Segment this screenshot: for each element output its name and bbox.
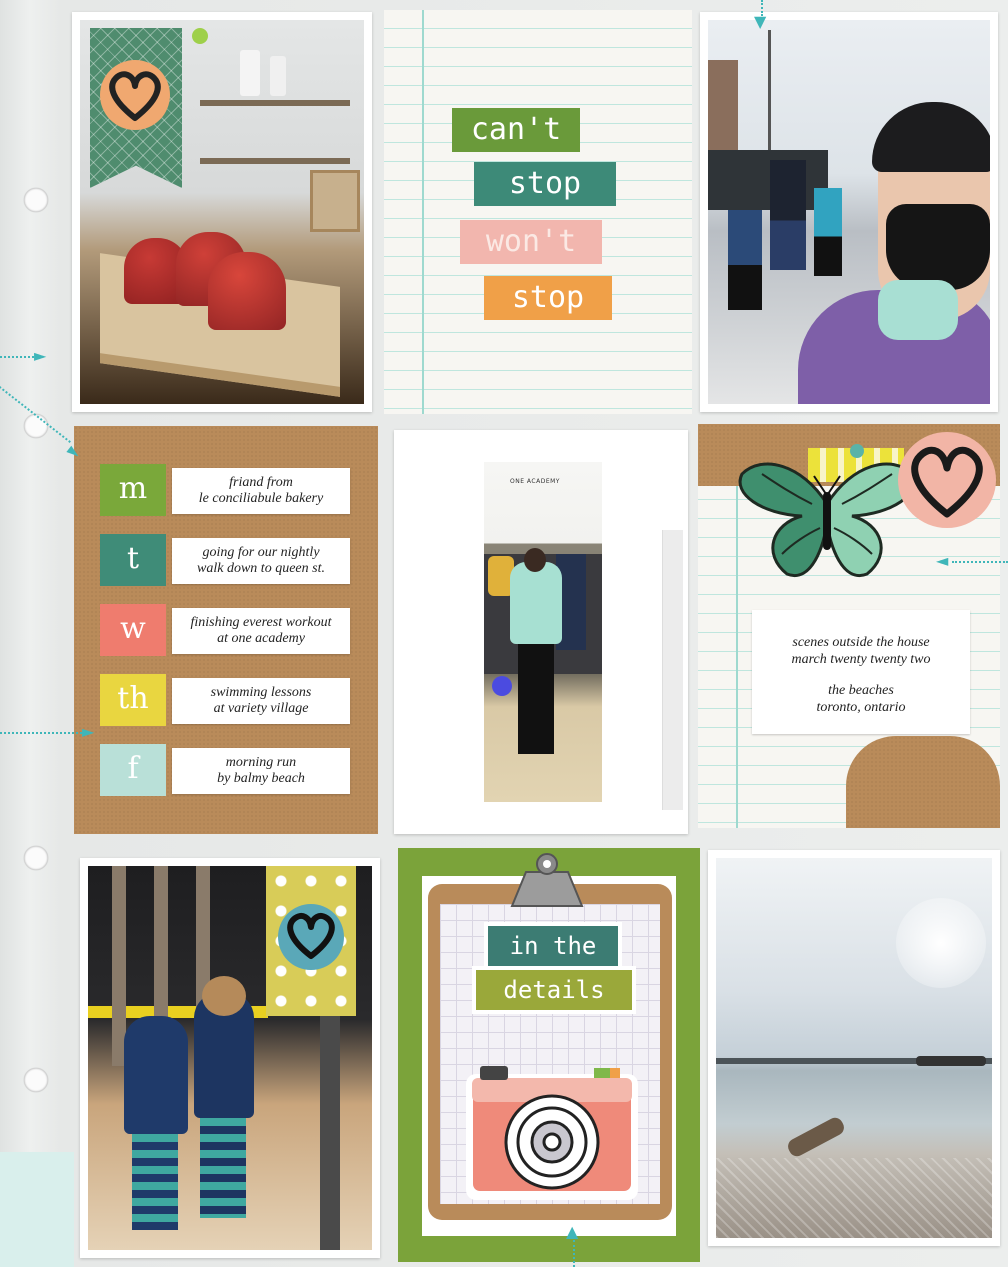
day-row-monday: m friand from le conciliabule bakery bbox=[100, 464, 350, 516]
details-word-2: details bbox=[472, 966, 636, 1014]
muffin bbox=[208, 252, 286, 330]
day-tab: w bbox=[100, 604, 166, 656]
day-note: finishing everest workout at one academy bbox=[172, 608, 350, 654]
gym-sign: ONE ACADEMY bbox=[510, 478, 560, 485]
callout-arrow: ► bbox=[34, 346, 47, 365]
details-card: in the details bbox=[398, 848, 700, 1262]
gym-photo: ONE ACADEMY bbox=[484, 462, 602, 802]
walk-selfie-photo bbox=[708, 20, 990, 404]
heart-icon bbox=[109, 71, 161, 121]
caption-line: march twenty twenty two bbox=[791, 652, 931, 667]
title-word-3: won't bbox=[460, 220, 602, 264]
title-word-4: stop bbox=[484, 276, 612, 320]
scallop-tag bbox=[846, 736, 1000, 828]
heart-icon bbox=[287, 913, 335, 959]
callout-arrow: ► bbox=[82, 722, 95, 741]
callout-line bbox=[0, 732, 82, 734]
clipboard-clip-icon bbox=[510, 853, 584, 907]
day-note: swimming lessons at variety village bbox=[172, 678, 350, 724]
gym-card: ONE ACADEMY bbox=[394, 430, 688, 834]
teal-sidebar-accent bbox=[0, 1152, 74, 1267]
walker-adult bbox=[770, 160, 806, 270]
page-protector-sleeve: can't stop won't stop m friand from le c… bbox=[0, 0, 1008, 1267]
heart-banner bbox=[266, 866, 356, 1016]
day-note: friand from le conciliabule bakery bbox=[172, 468, 350, 514]
gym-person bbox=[510, 562, 562, 644]
beach-photo-card bbox=[708, 850, 1000, 1246]
butterfly-icon bbox=[738, 462, 916, 578]
callout-line bbox=[573, 1240, 575, 1267]
day-tab: f bbox=[100, 744, 166, 796]
face-mask bbox=[886, 204, 990, 290]
heart-icon bbox=[911, 446, 983, 518]
walker-child bbox=[728, 210, 762, 310]
butterfly-card: scenes outside the house march twenty tw… bbox=[698, 424, 1000, 828]
day-row-thursday: th swimming lessons at variety village bbox=[100, 674, 350, 726]
swim-kids-photo bbox=[88, 866, 372, 1250]
day-note: morning run by balmy beach bbox=[172, 748, 350, 794]
day-tab: t bbox=[100, 534, 166, 586]
binder-hole bbox=[24, 846, 48, 870]
location-caption: scenes outside the house march twenty tw… bbox=[752, 610, 970, 734]
day-row-wednesday: w finishing everest workout at one academ… bbox=[100, 604, 350, 656]
beach-photo bbox=[716, 858, 992, 1238]
weekday-card: m friand from le conciliabule bakery t go… bbox=[74, 426, 378, 834]
bakery-photo bbox=[80, 20, 364, 404]
day-tab: th bbox=[100, 674, 166, 726]
camera-icon bbox=[466, 1066, 638, 1200]
heart-banner bbox=[90, 28, 182, 188]
driftwood bbox=[785, 1114, 847, 1160]
day-tab: m bbox=[100, 464, 166, 516]
binder-hole bbox=[24, 1068, 48, 1092]
day-row-tuesday: t going for our nightly walk down to quee… bbox=[100, 534, 350, 586]
walker-child bbox=[814, 188, 842, 276]
caption-line: scenes outside the house bbox=[792, 635, 930, 650]
details-word-1: in the bbox=[484, 922, 622, 970]
caption-line: the beaches bbox=[828, 683, 894, 698]
bakery-photo-card bbox=[72, 12, 372, 412]
binder-hole bbox=[24, 188, 48, 212]
callout-line bbox=[952, 561, 1008, 563]
callout-arrow: ▼ bbox=[754, 12, 767, 31]
walk-selfie-card bbox=[700, 12, 998, 412]
title-card: can't stop won't stop bbox=[384, 10, 692, 414]
day-note: going for our nightly walk down to queen … bbox=[172, 538, 350, 584]
callout-arrow: ◄ bbox=[936, 551, 949, 570]
child-walking bbox=[124, 1016, 188, 1134]
title-word-2: stop bbox=[474, 162, 616, 206]
day-row-friday: f morning run by balmy beach bbox=[100, 744, 350, 796]
callout-line bbox=[0, 356, 34, 358]
callout-arrow: ▲ bbox=[566, 1222, 579, 1241]
binder-hole bbox=[24, 414, 48, 438]
title-word-1: can't bbox=[452, 108, 580, 152]
caption-line: toronto, ontario bbox=[816, 700, 906, 715]
swim-kids-card bbox=[80, 858, 380, 1258]
